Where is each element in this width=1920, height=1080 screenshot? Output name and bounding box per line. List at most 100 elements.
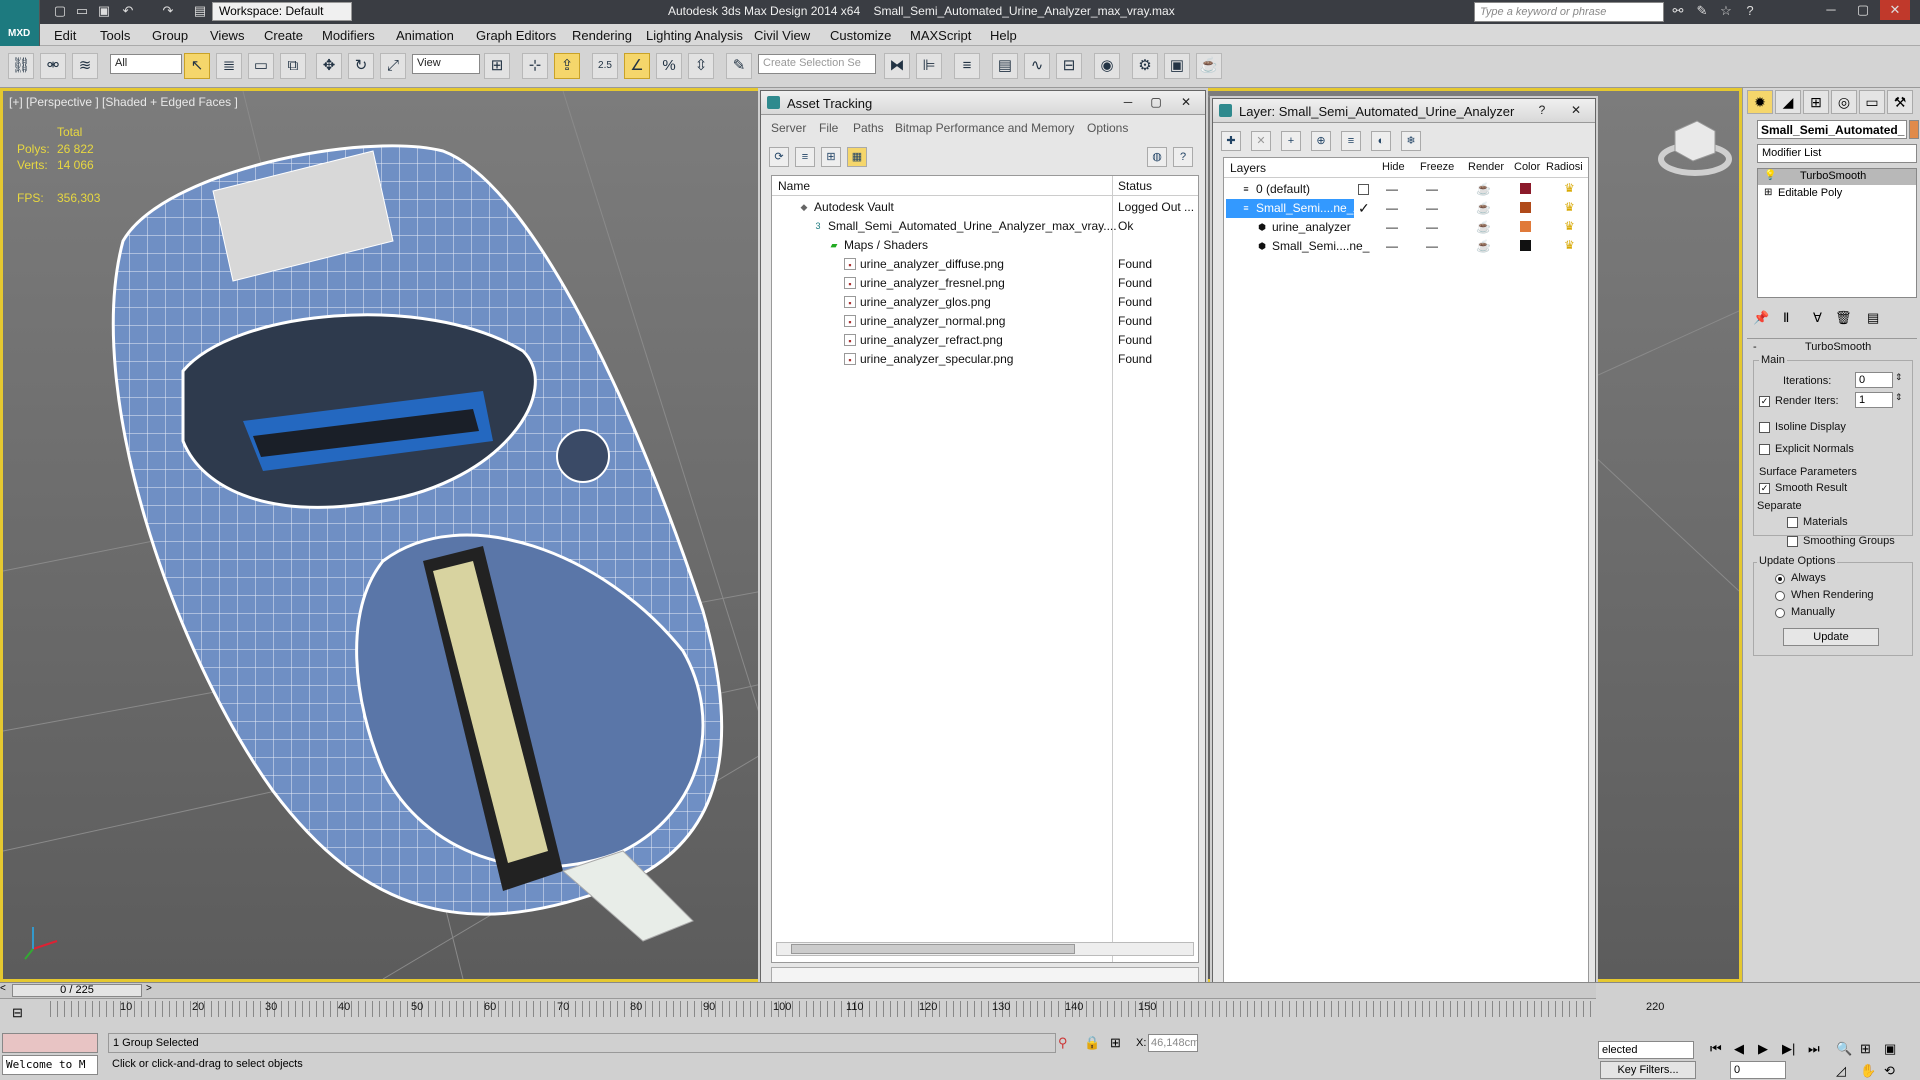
render-teapot-icon[interactable]: ☕ [1476,201,1491,215]
menu-help[interactable]: Help [990,28,1017,43]
isolate-selection-icon[interactable]: ⚲ [1058,1035,1068,1051]
hide-toggle[interactable]: — [1386,220,1398,234]
stack-item-turbosmooth[interactable]: 💡 TurboSmooth [1758,169,1916,185]
rollout-collapse-icon[interactable]: - [1753,341,1757,353]
column-layers[interactable]: Layers [1230,161,1266,175]
selection-filter-dropdown[interactable]: All [110,54,182,74]
viewcube[interactable] [1658,120,1732,176]
update-button[interactable]: Update [1783,628,1879,646]
redo-icon[interactable]: ↷ [160,3,176,19]
expand-icon[interactable]: ⊞ [1764,187,1772,198]
project-folder-icon[interactable]: ▤ [192,3,208,19]
select-by-name-icon[interactable]: ≣ [216,53,242,79]
asset-row-map[interactable]: ▪ urine_analyzer_refract.png Found [772,331,1198,350]
select-object-icon[interactable]: ↖ [184,53,210,79]
field-of-view-icon[interactable]: ◿ [1836,1063,1846,1079]
motion-tab-icon[interactable]: ◎ [1831,90,1857,114]
mini-curve-editor-icon[interactable]: ⊟ [12,1005,23,1021]
urine-analyzer-model[interactable] [111,144,724,942]
smoothing-groups-checkbox[interactable] [1787,536,1798,547]
layer-row-default[interactable]: ≡ 0 (default) — — ☕ ♛ [1224,180,1588,199]
render-teapot-icon[interactable]: ☕ [1476,220,1491,234]
maxscript-mini-listener[interactable]: Welcome to M [2,1055,98,1075]
move-icon[interactable]: ✥ [316,53,342,79]
go-to-start-icon[interactable]: ⏮ [1710,1041,1722,1057]
undo-icon[interactable]: ↶ [120,3,136,19]
display-tab-icon[interactable]: ▭ [1859,90,1885,114]
window-crossing-icon[interactable]: ⧉ [280,53,306,79]
smooth-result-checkbox[interactable]: ✓ [1759,483,1770,494]
render-setup-icon[interactable]: ⚙ [1132,53,1158,79]
zoom-extents-icon[interactable]: ▣ [1884,1041,1896,1057]
freeze-toggle[interactable]: — [1426,239,1438,253]
menu-group[interactable]: Group [152,28,188,43]
named-selection-set-dropdown[interactable]: Create Selection Se [758,54,876,74]
manually-radio[interactable] [1775,608,1785,618]
align-icon[interactable]: ⊫ [916,53,942,79]
add-to-layer-icon[interactable]: + [1281,131,1301,151]
previous-frame-icon[interactable]: ◀ [1734,1041,1744,1057]
current-layer-check-icon[interactable]: ✓ [1358,200,1370,217]
go-to-end-icon[interactable]: ⏭ [1808,1041,1820,1057]
render-iters-checkbox[interactable]: ✓ [1759,396,1770,407]
menu-maxscript[interactable]: MAXScript [910,28,971,43]
spinner-snap-icon[interactable]: ⇳ [688,53,714,79]
asset-row-map[interactable]: ▪ urine_analyzer_normal.png Found [772,312,1198,331]
select-manipulate-icon[interactable]: ⊹ [522,53,548,79]
percent-snap-icon[interactable]: % [656,53,682,79]
configure-sets-icon[interactable]: ▤ [1867,310,1879,326]
freeze-all-layers-icon[interactable]: ❄ [1401,131,1421,151]
pan-icon[interactable]: ✋ [1860,1063,1876,1079]
asset-maximize-button[interactable]: ▢ [1143,93,1169,112]
asset-row-scene[interactable]: 3 Small_Semi_Automated_Urine_Analyzer_ma… [772,217,1198,236]
asset-horizontal-scrollbar[interactable] [776,942,1194,956]
star-icon[interactable]: ☆ [1718,3,1734,19]
utilities-tab-icon[interactable]: ⚒ [1887,90,1913,114]
layer-color-swatch[interactable] [1520,240,1531,251]
hierarchy-tab-icon[interactable]: ⊞ [1803,90,1829,114]
when-rendering-radio[interactable] [1775,591,1785,601]
menu-civil-view[interactable]: Civil View [754,28,810,43]
tools-icon[interactable]: ✎ [1694,3,1710,19]
zoom-icon[interactable]: 🔍 [1836,1041,1852,1057]
menu-customize[interactable]: Customize [830,28,891,43]
pin-stack-icon[interactable]: 📌 [1753,310,1769,326]
create-layer-icon[interactable]: ✚ [1221,131,1241,151]
save-icon[interactable]: ▣ [96,3,112,19]
hide-all-layers-icon[interactable]: ◐ [1371,131,1391,151]
rendered-frame-window-icon[interactable]: ▣ [1164,53,1190,79]
iterations-spinner[interactable]: 0 [1855,372,1893,388]
vault-icon[interactable]: ◍ [1147,147,1167,167]
minimize-button[interactable]: ─ [1816,0,1846,20]
layer-color-swatch[interactable] [1520,221,1531,232]
column-render[interactable]: Render [1468,161,1504,173]
highlight-layer-icon[interactable]: ≡ [1341,131,1361,151]
asset-row-vault[interactable]: ◆ Autodesk Vault Logged Out ... [772,198,1198,217]
open-file-icon[interactable]: ▭ [74,3,90,19]
asset-menu-options[interactable]: Options [1087,121,1128,135]
render-teapot-icon[interactable]: ☕ [1196,53,1222,79]
render-teapot-icon[interactable]: ☕ [1476,239,1491,253]
material-editor-icon[interactable]: ◉ [1094,53,1120,79]
mirror-icon[interactable]: ⧓ [884,53,910,79]
layer-row-selected[interactable]: ≡ Small_Semi....ne_An ✓ — — ☕ ♛ [1224,199,1588,218]
asset-menu-file[interactable]: File [819,121,838,135]
edit-named-selection-icon[interactable]: ✎ [726,53,752,79]
hide-toggle[interactable]: — [1386,201,1398,215]
column-status[interactable]: Status [1118,179,1152,193]
explicit-normals-checkbox[interactable] [1759,444,1770,455]
keyboard-shortcut-override-icon[interactable]: ⇪ [554,53,580,79]
angle-snap-icon[interactable]: ∠ [624,53,650,79]
stack-item-editable-poly[interactable]: ⊞ Editable Poly [1758,186,1916,202]
track-bar[interactable] [50,1001,1596,1017]
rotate-icon[interactable]: ↻ [348,53,374,79]
snaps-toggle-icon[interactable]: 2.5 [592,53,618,79]
app-logo[interactable]: MXD [0,0,40,46]
play-icon[interactable]: ▶ [1758,1041,1768,1057]
radiosity-icon[interactable]: ♛ [1564,200,1575,214]
column-name[interactable]: Name [778,179,810,193]
key-filters-button[interactable]: Key Filters... [1600,1061,1696,1079]
remove-modifier-icon[interactable]: 🗑 [1835,310,1852,326]
layer-row-object[interactable]: ⬢ urine_analyzer — — ☕ ♛ [1224,218,1588,237]
curve-editor-icon[interactable]: ∿ [1024,53,1050,79]
